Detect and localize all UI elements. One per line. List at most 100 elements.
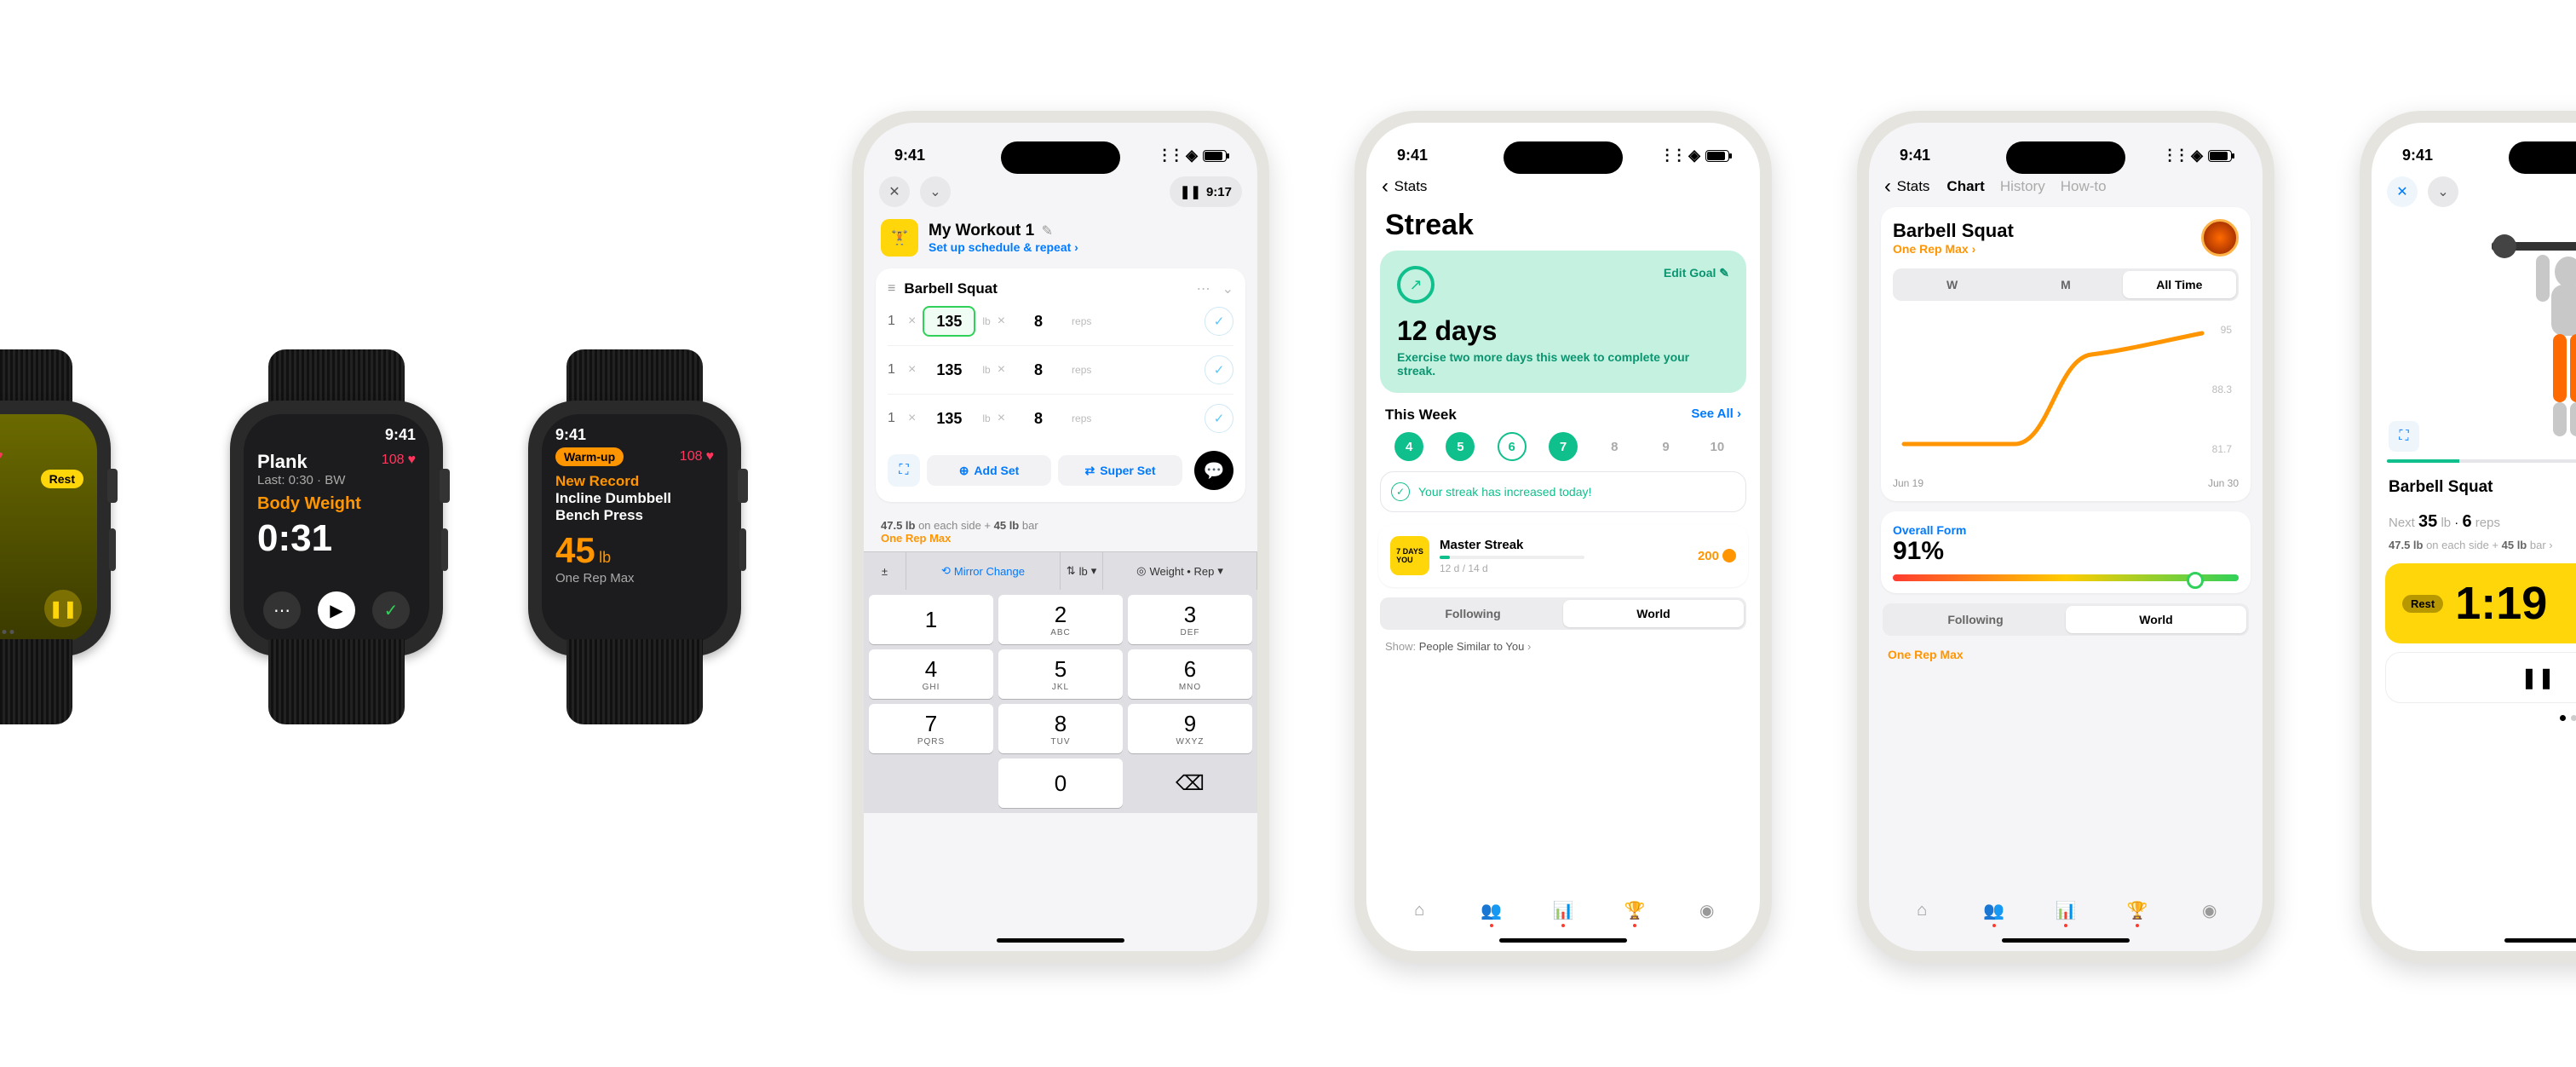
tab-home-icon[interactable]: ⌂ [1908, 897, 1935, 924]
tab-stats-icon[interactable]: 📊 [2052, 897, 2079, 924]
home-indicator[interactable] [2002, 938, 2130, 943]
tab-profile-icon[interactable]: ◉ [1693, 897, 1721, 924]
side-button[interactable] [109, 528, 116, 571]
tab-profile-icon[interactable]: ◉ [2196, 897, 2223, 924]
mirror-change-button[interactable]: ⟲ Mirror Change [906, 552, 1061, 590]
day-9[interactable]: 9 [1652, 432, 1681, 461]
segment-week[interactable]: W [1895, 271, 2009, 298]
streak-message: Exercise two more days this week to comp… [1397, 350, 1729, 378]
check-button[interactable]: ✓ [1205, 307, 1233, 336]
rest-pill: Rest [2402, 595, 2443, 613]
add-set-button[interactable]: ⊕ Add Set [927, 455, 1051, 486]
value: 45 [555, 530, 595, 570]
segment-following[interactable]: Following [1383, 600, 1563, 627]
unit-button[interactable]: ⇅ lb ▾ [1061, 552, 1103, 590]
key-3[interactable]: 3DEF [1128, 595, 1252, 644]
back-button[interactable]: Stats [1382, 175, 1427, 199]
key-1[interactable]: 1 [869, 595, 993, 644]
digital-crown[interactable] [738, 469, 748, 503]
day-6[interactable]: 6 [1498, 432, 1527, 461]
key-6[interactable]: 6MNO [1128, 649, 1252, 699]
day-4[interactable]: 4 [1394, 432, 1423, 461]
pause-button[interactable]: ❚❚ [44, 590, 82, 627]
plus-minus-button[interactable]: ± [864, 552, 906, 590]
close-button[interactable]: ✕ [2387, 176, 2418, 207]
rank-badge-icon[interactable] [2201, 219, 2239, 257]
time-range-segment[interactable]: W M All Time [1893, 268, 2239, 301]
segment-world[interactable]: World [1563, 600, 1744, 627]
key-5[interactable]: 5JKL [998, 649, 1123, 699]
one-rep-max-link[interactable]: One Rep Max › [1893, 242, 2014, 256]
tab-trophy-icon[interactable]: 🏆 [2124, 897, 2151, 924]
home-indicator[interactable] [1499, 938, 1627, 943]
tab-social-icon[interactable]: 👥 [1478, 897, 1505, 924]
workout-timer[interactable]: ❚❚ 9:17 [1170, 176, 1242, 207]
show-filter[interactable]: Show: People Similar to You › [1366, 637, 1760, 656]
scan-button[interactable]: ⛶ [2389, 421, 2419, 452]
segment-month[interactable]: M [2009, 271, 2122, 298]
schedule-link[interactable]: Set up schedule & repeat › [929, 240, 1078, 254]
tab-stats-icon[interactable]: 📊 [1550, 897, 1577, 924]
close-button[interactable]: ✕ [879, 176, 910, 207]
day-8[interactable]: 8 [1600, 432, 1629, 461]
key-8[interactable]: 8TUV [998, 704, 1123, 753]
weight-rep-button[interactable]: ◎ Weight • Rep ▾ [1103, 552, 1257, 590]
day-7[interactable]: 7 [1549, 432, 1578, 461]
segment-alltime[interactable]: All Time [2123, 271, 2236, 298]
tab-howto[interactable]: How-to [2061, 178, 2107, 195]
side-button[interactable] [739, 528, 746, 571]
weight-input[interactable]: 135 [923, 306, 975, 337]
check-button[interactable]: ✓ [1205, 404, 1233, 433]
key-9[interactable]: 9WXYZ [1128, 704, 1252, 753]
see-all-link[interactable]: See All › [1691, 407, 1741, 424]
home-indicator[interactable] [2504, 938, 2576, 943]
done-button[interactable]: ✓ [372, 591, 410, 629]
super-set-button[interactable]: ⇄ Super Set [1058, 455, 1182, 486]
more-icon[interactable]: ⋯ [1197, 280, 1210, 297]
home-indicator[interactable] [997, 938, 1124, 943]
reps-input[interactable]: 8 [1012, 355, 1065, 385]
dynamic-island [2509, 141, 2576, 174]
reorder-icon[interactable]: ≡ [888, 281, 895, 297]
master-streak-card[interactable]: 7 DAYSYOU Master Streak 12 d / 14 d 200 [1378, 524, 1748, 587]
digital-crown[interactable] [107, 469, 118, 503]
more-button[interactable]: ⋯ [263, 591, 301, 629]
key-0[interactable]: 0 [998, 758, 1123, 808]
tab-social-icon[interactable]: 👥 [1981, 897, 2008, 924]
chevron-down-button[interactable]: ⌄ [920, 176, 951, 207]
chevron-down-button[interactable]: ⌄ [2428, 176, 2458, 207]
key-4[interactable]: 4GHI [869, 649, 993, 699]
tab-home-icon[interactable]: ⌂ [1406, 897, 1433, 924]
play-button[interactable]: ▶ [318, 591, 355, 629]
leaderboard-segment[interactable]: Following World [1380, 597, 1746, 630]
day-5[interactable]: 5 [1446, 432, 1475, 461]
chevron-down-icon[interactable]: ⌄ [1222, 280, 1233, 297]
day-10[interactable]: 10 [1703, 432, 1732, 461]
tab-chart[interactable]: Chart [1946, 178, 1984, 195]
key-2[interactable]: 2ABC [998, 595, 1123, 644]
pause-button[interactable]: ❚❚ [2385, 652, 2576, 703]
weight-input[interactable]: 135 [923, 355, 975, 385]
exercise-name[interactable]: Barbell Squat [904, 280, 998, 297]
weight-input[interactable]: 135 [923, 403, 975, 434]
reps-input[interactable]: 8 [1012, 403, 1065, 434]
segment-world[interactable]: World [2066, 606, 2246, 633]
check-button[interactable]: ✓ [1205, 355, 1233, 384]
edit-goal-link[interactable]: Edit Goal ✎ [1664, 266, 1729, 280]
key-7[interactable]: 7PQRS [869, 704, 993, 753]
segment-following[interactable]: Following [1885, 606, 2066, 633]
heart-rate: 08 [0, 447, 3, 466]
leaderboard-segment[interactable]: Following World [1883, 603, 2249, 636]
back-button[interactable]: Stats [1884, 175, 1929, 199]
tab-history[interactable]: History [2000, 178, 2045, 195]
reps-input[interactable]: 8 [1012, 306, 1065, 337]
time: 9:41 [385, 426, 416, 444]
chat-fab[interactable]: 💬 [1194, 451, 1233, 490]
chart-area[interactable]: 95 88.3 81.7 Jun 19 Jun 30 [1893, 316, 2239, 489]
side-button[interactable] [441, 528, 448, 571]
tab-trophy-icon[interactable]: 🏆 [1621, 897, 1648, 924]
scan-button[interactable]: ⛶ [888, 454, 920, 487]
edit-icon[interactable]: ✎ [1042, 224, 1053, 239]
digital-crown[interactable] [440, 469, 450, 503]
delete-key[interactable]: ⌫ [1128, 758, 1252, 808]
